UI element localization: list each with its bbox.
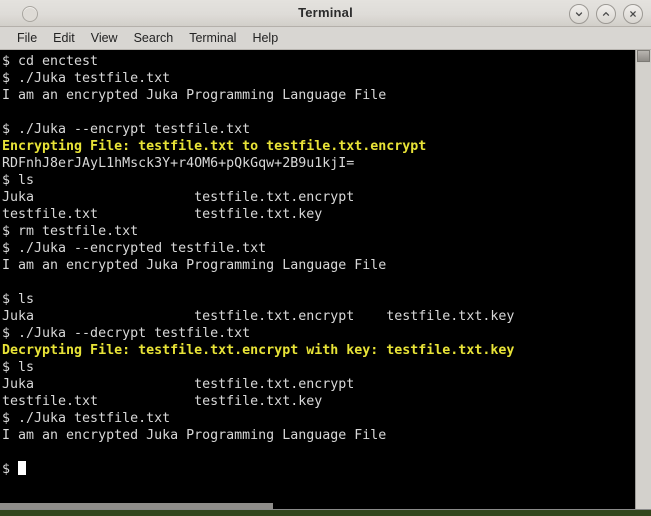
terminal-scrollbar[interactable] bbox=[635, 50, 651, 509]
terminal-line: Juka testfile.txt.encrypt testfile.txt.k… bbox=[2, 309, 515, 324]
menu-item-help[interactable]: Help bbox=[245, 29, 285, 48]
terminal-line: testfile.txt testfile.txt.key bbox=[2, 394, 323, 409]
prompt-symbol: $ bbox=[2, 462, 19, 477]
terminal-line: $ ./Juka --encrypted testfile.txt bbox=[2, 241, 267, 256]
terminal-line: $ ls bbox=[2, 173, 35, 188]
terminal-window: Terminal File Edit View Search Terminal … bbox=[0, 0, 651, 510]
terminal-line: Juka testfile.txt.encrypt bbox=[2, 377, 355, 392]
terminal-line: testfile.txt testfile.txt.key bbox=[2, 207, 323, 222]
terminal-line: $ ./Juka testfile.txt bbox=[2, 71, 171, 86]
menu-item-search[interactable]: Search bbox=[127, 29, 181, 48]
terminal-area: $ cd enctest $ ./Juka testfile.txt I am an… bbox=[0, 50, 651, 509]
window-controls bbox=[569, 4, 643, 24]
scrollbar-thumb[interactable] bbox=[637, 50, 650, 62]
terminal-line: $ ./Juka --encrypt testfile.txt bbox=[2, 122, 251, 137]
terminal-prompt-line: $ bbox=[2, 461, 635, 478]
close-icon[interactable] bbox=[623, 4, 643, 24]
terminal-line: Decrypting File: testfile.txt.encrypt wi… bbox=[2, 343, 515, 358]
terminal-line: $ ls bbox=[2, 292, 35, 307]
terminal-line: I am an encrypted Juka Programming Langu… bbox=[2, 428, 387, 443]
terminal-line: $ ls bbox=[2, 360, 35, 375]
terminal-line: Encrypting File: testfile.txt to testfil… bbox=[2, 139, 427, 154]
terminal-line: RDFnhJ8erJAyL1hMsck3Y+r4OM6+pQkGqw+2B9u1… bbox=[2, 156, 355, 171]
terminal-screen[interactable]: $ cd enctest $ ./Juka testfile.txt I am an… bbox=[0, 50, 635, 509]
terminal-line: $ ./Juka testfile.txt bbox=[2, 411, 171, 426]
window-bottom-edge bbox=[0, 503, 273, 509]
menu-item-view[interactable]: View bbox=[84, 29, 125, 48]
terminal-line: I am an encrypted Juka Programming Langu… bbox=[2, 258, 387, 273]
terminal-line: Juka testfile.txt.encrypt bbox=[2, 190, 355, 205]
text-cursor bbox=[18, 461, 27, 475]
menu-item-edit[interactable]: Edit bbox=[46, 29, 82, 48]
window-titlebar[interactable]: Terminal bbox=[0, 0, 651, 27]
terminal-line: I am an encrypted Juka Programming Langu… bbox=[2, 88, 387, 103]
terminal-line: $ cd enctest bbox=[2, 54, 99, 69]
maximize-icon[interactable] bbox=[596, 4, 616, 24]
scrollbar-trough[interactable] bbox=[636, 63, 651, 509]
menu-item-terminal[interactable]: Terminal bbox=[182, 29, 243, 48]
minimize-icon[interactable] bbox=[569, 4, 589, 24]
window-title: Terminal bbox=[298, 5, 353, 20]
terminal-line: $ ./Juka --decrypt testfile.txt bbox=[2, 326, 251, 341]
menu-bar: File Edit View Search Terminal Help bbox=[0, 27, 651, 50]
menu-item-file[interactable]: File bbox=[10, 29, 44, 48]
terminal-output: $ cd enctest $ ./Juka testfile.txt I am an… bbox=[2, 53, 635, 461]
terminal-line: $ rm testfile.txt bbox=[2, 224, 139, 239]
